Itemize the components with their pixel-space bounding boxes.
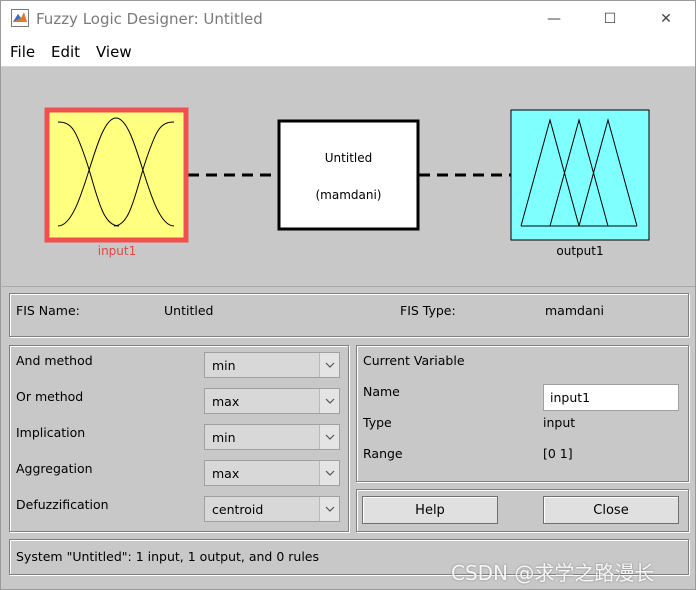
menu-view[interactable]: View — [96, 43, 132, 61]
menu-edit[interactable]: Edit — [51, 43, 80, 61]
aggregation-value: max — [212, 466, 240, 481]
variable-type-label: Type — [363, 415, 392, 430]
menu-bar: File Edit View — [1, 37, 695, 67]
fis-diagram: Untitled (mamdani) input1 output1 — [2, 68, 695, 287]
implication-select[interactable]: min — [204, 424, 340, 450]
maximize-button[interactable]: ☐ — [585, 1, 635, 37]
variable-name-label: Name — [363, 384, 400, 399]
window-title: Fuzzy Logic Designer: Untitled — [36, 10, 263, 28]
status-text: System "Untitled": 1 input, 1 output, an… — [16, 549, 319, 564]
system-block[interactable] — [277, 119, 420, 231]
chevron-down-icon[interactable] — [319, 353, 339, 377]
output-variable-label: output1 — [556, 244, 604, 258]
defuzzification-label: Defuzzification — [16, 497, 109, 512]
input-variable-block[interactable] — [44, 107, 189, 243]
fuzzy-logic-designer-window: Fuzzy Logic Designer: Untitled — ☐ ✕ Fil… — [0, 0, 696, 590]
chevron-down-icon[interactable] — [319, 425, 339, 449]
fis-name-label: FIS Name: — [16, 303, 80, 318]
variable-name-input[interactable] — [543, 384, 679, 411]
fis-info-panel: FIS Name: Untitled FIS Type: mamdani — [9, 293, 689, 337]
minimize-button[interactable]: — — [529, 1, 579, 37]
aggregation-label: Aggregation — [16, 461, 93, 476]
current-variable-title: Current Variable — [363, 353, 465, 368]
implication-value: min — [212, 430, 236, 445]
chevron-down-icon[interactable] — [319, 497, 339, 521]
and-method-value: min — [212, 358, 236, 373]
system-type-text: (mamdani) — [315, 188, 382, 202]
fis-name-value: Untitled — [164, 303, 214, 318]
chevron-down-icon[interactable] — [319, 389, 339, 413]
current-variable-panel: Current Variable Name Type input Range [… — [356, 345, 689, 482]
input-variable-label: input1 — [97, 244, 137, 258]
chevron-down-icon[interactable] — [319, 461, 339, 485]
close-window-button[interactable]: ✕ — [641, 1, 691, 37]
and-method-label: And method — [16, 353, 93, 368]
implication-label: Implication — [16, 425, 86, 440]
menu-file[interactable]: File — [10, 43, 35, 61]
fis-type-value: mamdani — [545, 303, 605, 318]
defuzzification-select[interactable]: centroid — [204, 496, 340, 522]
system-name-text: Untitled — [324, 151, 373, 165]
or-method-label: Or method — [16, 389, 84, 404]
or-method-select[interactable]: max — [204, 388, 340, 414]
aggregation-select[interactable]: max — [204, 460, 340, 486]
watermark-text: CSDN @求学之路漫长 — [451, 561, 655, 585]
variable-range-label: Range — [363, 446, 403, 461]
variable-type-value: input — [543, 415, 576, 430]
methods-panel: And method min Or method max Implication… — [9, 345, 349, 532]
matlab-app-icon — [11, 9, 29, 27]
variable-range-value: [0 1] — [543, 446, 573, 461]
action-buttons-panel: Help Close — [356, 489, 689, 532]
fis-type-label: FIS Type: — [400, 303, 456, 318]
defuzzification-value: centroid — [212, 502, 264, 517]
title-bar[interactable]: Fuzzy Logic Designer: Untitled — ☐ ✕ — [1, 1, 695, 37]
or-method-value: max — [212, 394, 240, 409]
help-button[interactable]: Help — [362, 496, 498, 524]
and-method-select[interactable]: min — [204, 352, 340, 378]
close-button[interactable]: Close — [543, 496, 679, 524]
output-variable-block[interactable] — [510, 109, 650, 241]
